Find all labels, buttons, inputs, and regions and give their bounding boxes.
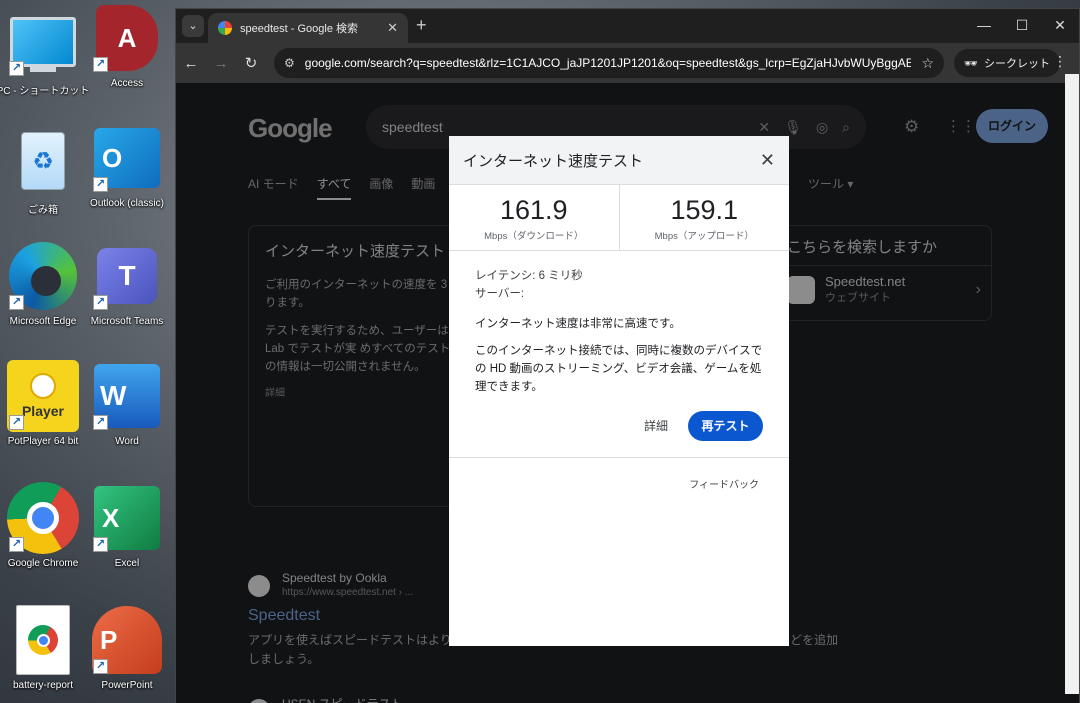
tab-active[interactable]: speedtest - Google 検索 ✕	[208, 13, 408, 43]
desktop-icon-potplayer[interactable]: Player ↗ PotPlayer 64 bit	[0, 360, 86, 447]
desktop-icon-label: Outlook (classic)	[90, 198, 164, 209]
incognito-icon: 🕶	[964, 57, 978, 70]
desktop-icon-chrome[interactable]: ↗ Google Chrome	[0, 482, 86, 569]
minimize-button[interactable]: —	[965, 9, 1003, 41]
site-info-icon[interactable]: ⚙	[284, 56, 295, 70]
dialog-body: レイテンシ: 6 ミリ秒 サーバー: インターネット速度は非常に高速です。 この…	[449, 251, 789, 397]
verdict-text: インターネット速度は非常に高速です。	[475, 317, 681, 330]
maximize-button[interactable]: ☐	[1003, 9, 1041, 41]
desktop-icon-label: Microsoft Teams	[90, 316, 164, 327]
desktop-icon-word[interactable]: W ↗ Word	[84, 360, 170, 447]
incognito-label: シークレット	[983, 58, 1050, 70]
close-icon[interactable]: ✕	[760, 150, 775, 171]
word-icon: W ↗	[91, 360, 163, 432]
desktop-icon-battery-report[interactable]: battery-report	[0, 604, 86, 691]
dialog-title: インターネット速度テスト	[463, 152, 644, 170]
tab-title: speedtest - Google 検索	[240, 23, 359, 35]
chrome-file-icon	[7, 604, 79, 676]
desktop-icon-label: PotPlayer 64 bit	[7, 436, 79, 447]
recycle-bin-icon: ♻	[7, 125, 79, 197]
desktop-icon-outlook[interactable]: O ↗ Outlook (classic)	[84, 122, 170, 209]
desktop-icon-label: PC - ショートカット	[0, 86, 90, 97]
potplayer-icon: Player ↗	[7, 360, 79, 432]
edge-icon: ↗	[7, 240, 79, 312]
url-text: google.com/search?q=speedtest&rlz=1C1AJC…	[304, 56, 912, 70]
speed-results: 161.9 Mbps（ダウンロード） 159.1 Mbps（アップロード）	[449, 184, 789, 251]
desktop-icon-powerpoint[interactable]: P ↗ PowerPoint	[84, 604, 170, 691]
server-text: サーバー:	[475, 287, 525, 300]
new-tab-button[interactable]: +	[416, 15, 427, 36]
address-bar[interactable]: ⚙ google.com/search?q=speedtest&rlz=1C1A…	[274, 48, 944, 78]
desktop-icon-label: ごみ箱	[28, 205, 58, 216]
google-favicon-icon	[218, 21, 232, 35]
latency-text: レイテンシ: 6 ミリ秒	[475, 270, 583, 282]
download-speed: 161.9 Mbps（ダウンロード）	[449, 185, 619, 250]
access-icon: A ↗	[91, 2, 163, 74]
desktop-icon-label: Google Chrome	[7, 558, 79, 569]
upload-speed: 159.1 Mbps（アップロード）	[618, 185, 790, 250]
desktop-icon-label: Access	[110, 78, 144, 89]
forward-button[interactable]: →	[206, 55, 236, 72]
details-button[interactable]: 詳細	[644, 417, 668, 434]
teams-icon: T ↗	[91, 240, 163, 312]
retest-button[interactable]: 再テスト	[688, 410, 763, 441]
tab-close-icon[interactable]: ✕	[387, 20, 398, 36]
page-scrollbar[interactable]	[1065, 74, 1079, 694]
back-button[interactable]: ←	[176, 55, 206, 72]
window-controls: — ☐ ✕	[965, 9, 1079, 41]
upload-value: 159.1	[670, 195, 739, 225]
outlook-icon: O ↗	[91, 122, 163, 194]
desktop-icon-label: battery-report	[12, 680, 74, 691]
dialog-header: インターネット速度テスト ✕	[449, 136, 789, 184]
desktop-icon-pc[interactable]: ↗ PC - ショートカット	[0, 6, 90, 97]
feedback-link[interactable]: フィードバック	[449, 458, 789, 509]
bookmark-star-icon[interactable]: ☆	[921, 55, 934, 72]
desktop-icon-teams[interactable]: T ↗ Microsoft Teams	[84, 240, 170, 327]
dialog-actions: 詳細 再テスト	[449, 397, 789, 441]
download-unit: Mbps（ダウンロード）	[484, 231, 584, 242]
speedtest-dialog: インターネット速度テスト ✕ 161.9 Mbps（ダウンロード） 159.1 …	[449, 136, 789, 646]
desktop-icon-access[interactable]: A ↗ Access	[84, 2, 170, 89]
upload-unit: Mbps（アップロード）	[654, 231, 754, 242]
tab-search-button[interactable]: ⌄	[182, 15, 204, 37]
desktop-icon-recycle-bin[interactable]: ♻ ごみ箱	[0, 125, 86, 216]
powerpoint-icon: P ↗	[91, 604, 163, 676]
desktop-icon-excel[interactable]: X ↗ Excel	[84, 482, 170, 569]
reload-button[interactable]: ↻	[236, 54, 266, 72]
browser-toolbar: ← → ↻ ⚙ google.com/search?q=speedtest&rl…	[176, 43, 1079, 83]
description-text: このインターネット接続では、同時に複数のデバイスでの HD 動画のストリーミング…	[475, 345, 763, 394]
browser-menu-icon[interactable]: ⋮	[1053, 53, 1067, 70]
chrome-icon: ↗	[7, 482, 79, 554]
desktop-icon-label: Excel	[114, 558, 140, 569]
desktop-icon-label: PowerPoint	[101, 680, 153, 691]
incognito-indicator[interactable]: 🕶 シークレット	[954, 49, 1060, 77]
tab-strip: ⌄ speedtest - Google 検索 ✕ + — ☐ ✕	[176, 9, 1079, 43]
desktop-icon-label: Microsoft Edge	[9, 316, 77, 327]
excel-icon: X ↗	[91, 482, 163, 554]
desktop-icon-label: Word	[115, 436, 139, 447]
monitor-icon: ↗	[7, 6, 79, 78]
close-window-button[interactable]: ✕	[1041, 9, 1079, 41]
desktop-icon-edge[interactable]: ↗ Microsoft Edge	[0, 240, 86, 327]
download-value: 161.9	[499, 195, 568, 225]
